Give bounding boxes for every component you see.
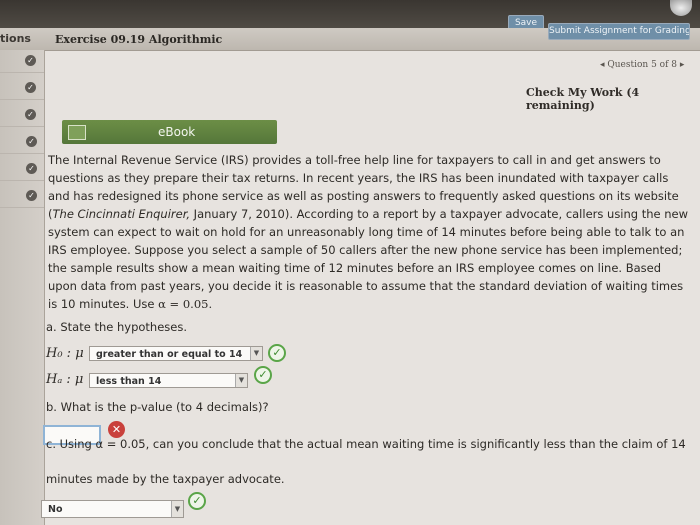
sidebar-item-question-3[interactable]: ✓ <box>0 104 44 127</box>
check-circle-icon: ✓ <box>26 190 37 201</box>
conclusion-select-value: No <box>48 504 63 515</box>
sidebar-item-question-6[interactable]: ✓ <box>0 185 44 208</box>
sidebar-item-question-1[interactable]: ✓ <box>0 50 44 73</box>
conclusion-select[interactable]: No ▼ <box>41 500 184 518</box>
ebook-button[interactable]: eBook <box>62 120 277 144</box>
passage-text-2: January 7, 2010). According to a report … <box>48 207 689 311</box>
part-b-label: b. What is the p-value (to 4 decimals)? <box>46 400 269 414</box>
problem-passage: The Internal Revenue Service (IRS) provi… <box>48 151 692 313</box>
check-circle-icon: ✓ <box>26 136 37 147</box>
ha-select-value: less than 14 <box>96 376 162 387</box>
check-circle-icon: ✓ <box>25 82 36 93</box>
h0-select[interactable]: greater than or equal to 14 ▼ <box>89 346 263 361</box>
help-orb-icon[interactable] <box>670 0 692 16</box>
exercise-title: Exercise 09.19 Algorithmic <box>55 33 223 46</box>
part-c-question-line-1: c. Using α = 0.05, can you conclude that… <box>46 437 686 451</box>
sidebar-item-question-4[interactable]: ✓ <box>0 131 44 154</box>
part-a-label: a. State the hypotheses. <box>46 320 187 334</box>
check-circle-icon: ✓ <box>268 344 286 362</box>
check-circle-icon: ✓ <box>25 109 36 120</box>
book-icon <box>68 125 86 140</box>
chevron-down-icon[interactable]: ▼ <box>171 501 183 517</box>
h0-symbol: H₀ : μ <box>46 346 84 361</box>
check-circle-icon: ✓ <box>26 163 37 174</box>
sidebar-item-question-5[interactable]: ✓ <box>0 158 44 181</box>
ha-symbol: Hₐ : μ <box>46 372 84 387</box>
submit-assignment-button[interactable]: Submit Assignment for Grading <box>548 23 690 40</box>
chevron-down-icon[interactable]: ▼ <box>250 347 262 360</box>
check-circle-icon: ✓ <box>188 492 206 510</box>
h0-select-value: greater than or equal to 14 <box>96 349 243 360</box>
passage-source: The Cincinnati Enquirer, <box>52 207 191 221</box>
ebook-label: eBook <box>158 125 196 139</box>
sidebar-item-question-2[interactable]: ✓ <box>0 77 44 100</box>
part-c-question-line-2: minutes made by the taxpayer advocate. <box>46 472 285 486</box>
alpha-expression: α = 0.05. <box>158 297 213 311</box>
question-sidebar: ✓ ✓ ✓ ✓ ✓ ✓ <box>0 50 45 525</box>
check-my-work-link[interactable]: Check My Work (4 remaining) <box>526 86 700 112</box>
check-circle-icon: ✓ <box>25 55 36 66</box>
x-circle-icon: ✕ <box>108 421 125 438</box>
question-pager[interactable]: ◂ Question 5 of 8 ▸ <box>600 60 684 70</box>
questions-tab-label[interactable]: tions <box>0 32 31 45</box>
check-circle-icon: ✓ <box>254 366 272 384</box>
ha-select[interactable]: less than 14 ▼ <box>89 373 248 388</box>
chevron-down-icon[interactable]: ▼ <box>235 374 247 387</box>
